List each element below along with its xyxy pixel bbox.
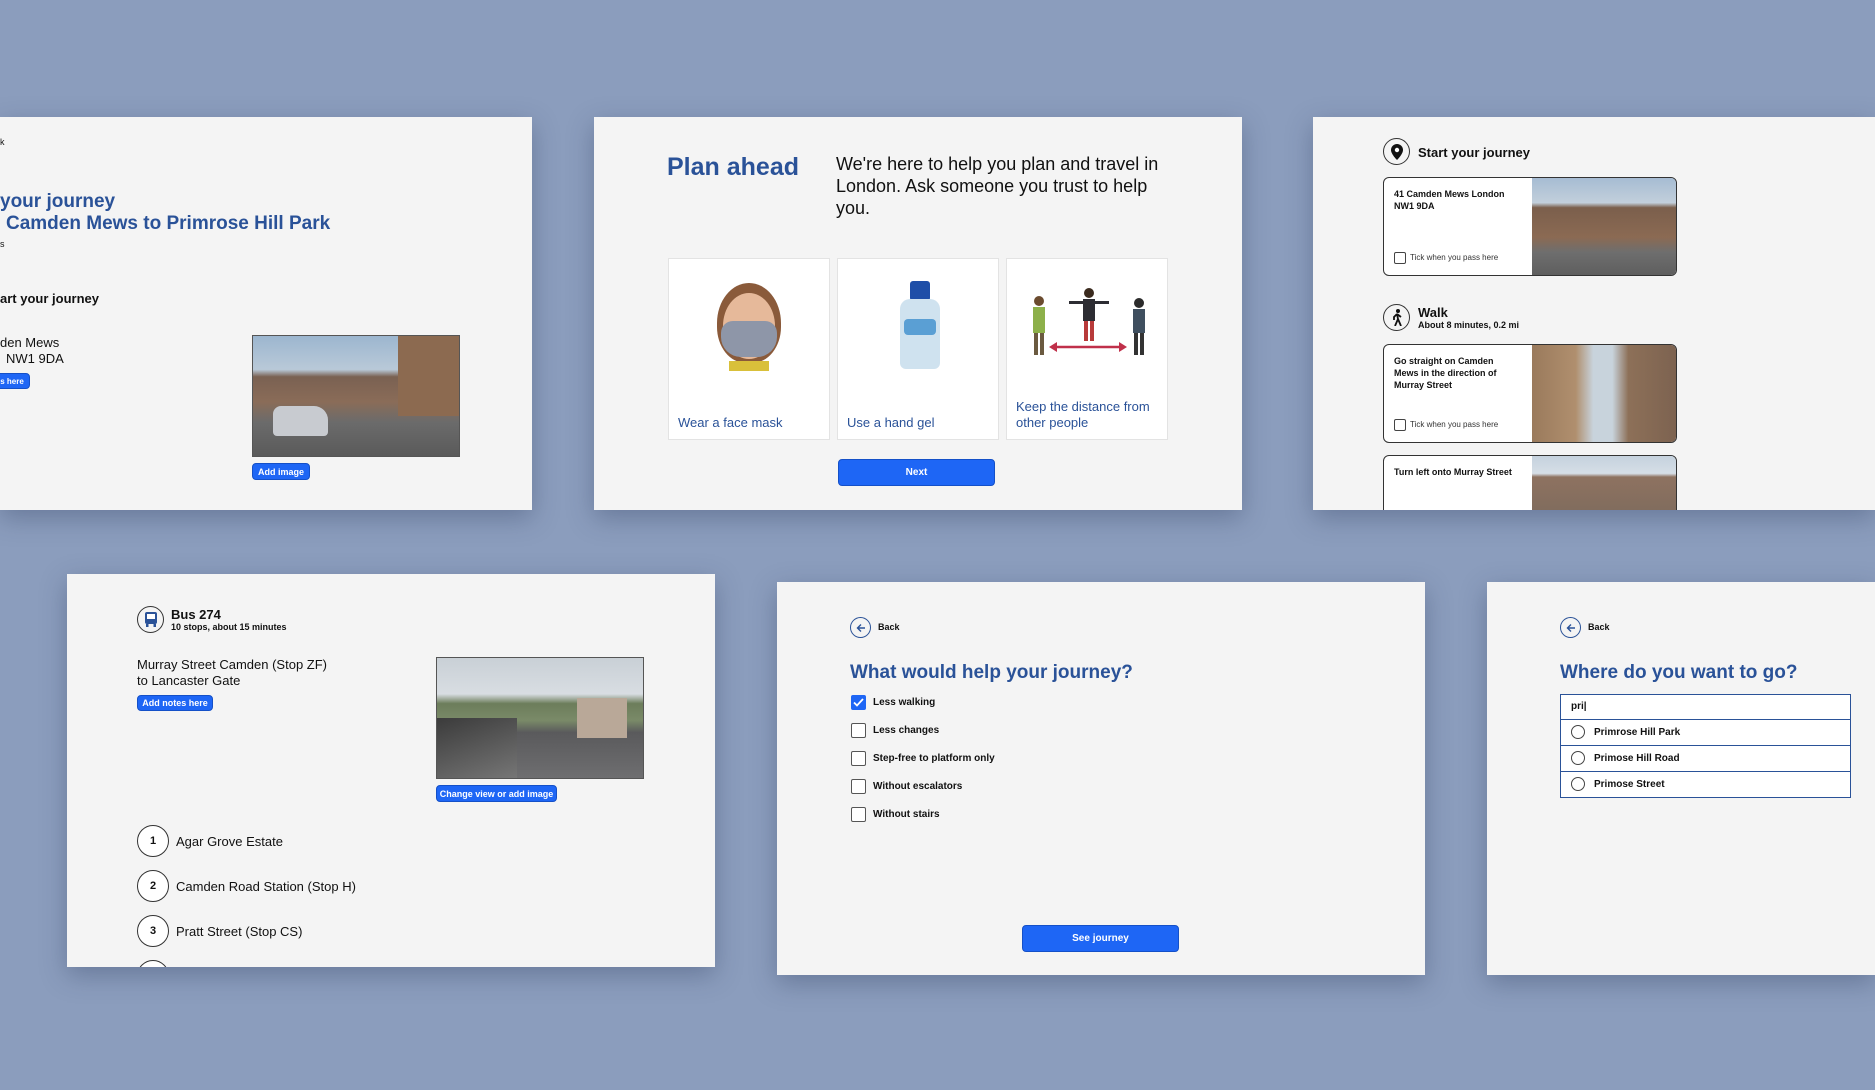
add-image-button[interactable]: Add image [252,463,310,480]
walk-subtitle: About 8 minutes, 0.2 mi [1418,320,1520,330]
bus-stop-photo [436,657,644,779]
result-label: Primrose Hill Park [1594,727,1681,738]
stop-name: Camden Road Station (Stop H) [176,879,356,894]
checkbox-without-stairs[interactable] [851,807,866,822]
step-text: Turn left onto Murray Street [1394,467,1512,477]
route-line2: to Lancaster Gate [137,673,241,688]
step-text: Go straight on Camden Mews in the direct… [1394,356,1497,390]
destination-search-card: Back Where do you want to go? pri| Primr… [1487,582,1875,975]
bus-icon [137,606,164,633]
plan-ahead-card: Plan ahead We're here to help you plan a… [594,117,1242,510]
step-photo [1532,456,1676,510]
location-pin-icon [1383,138,1410,165]
add-notes-button[interactable]: Add notes here [137,695,213,711]
result-item[interactable]: Primose Street [1561,772,1850,798]
checkbox-less-walking[interactable] [851,695,866,710]
intro-text: We're here to help you plan and travel i… [836,154,1159,218]
walk-title: Walk [1418,305,1448,320]
walk-step-card: Turn left onto Murray Street [1383,455,1677,510]
back-link[interactable]: Back [878,622,900,632]
tick-checkbox[interactable] [1394,419,1406,431]
bus-journey-card: Bus 274 10 stops, about 15 minutes Murra… [67,574,715,967]
option-label: Less walking [873,697,936,708]
page-title: What would help your journey? [850,662,1133,683]
checkbox-step-free[interactable] [851,751,866,766]
option-label: Less changes [873,725,940,736]
tip-label: Keep the distance from other people [1016,399,1150,430]
walk-step-card: Go straight on Camden Mews in the direct… [1383,344,1677,443]
tip-label: Wear a face mask [678,415,783,430]
stop-number-partial [137,960,169,967]
back-arrow-icon[interactable] [1560,617,1581,638]
back-link[interactable]: Back [1588,622,1610,632]
stop-name: Agar Grove Estate [176,834,283,849]
back-arrow-icon[interactable] [850,617,871,638]
stop-number: 3 [137,915,169,947]
radio-icon [1571,751,1585,765]
next-button[interactable]: Next [838,459,995,486]
route-line1: Murray Street Camden (Stop ZF) [137,657,327,672]
bus-subtitle: 10 stops, about 15 minutes [171,622,287,632]
start-location-card: 41 Camden Mews London NW1 9DA Tick when … [1383,177,1677,276]
add-notes-button[interactable]: s here [0,373,30,389]
change-view-button[interactable]: Change view or add image [436,785,557,802]
stop-number: 2 [137,870,169,902]
journey-heading-line1: your journey [0,191,116,212]
option-label: Without stairs [873,809,940,820]
journey-steps-card: Start your journey 41 Camden Mews London… [1313,117,1875,510]
bus-title: Bus 274 [171,607,221,622]
tip-label: Use a hand gel [847,415,935,430]
search-value: pri| [1571,701,1587,712]
tip-hand-gel: Use a hand gel [837,258,999,440]
section-title: art your journey [0,291,99,306]
social-distance-illustration [1033,288,1145,355]
option-label: Step-free to platform only [873,753,995,764]
journey-overview-card: k your journey Camden Mews to Primrose H… [0,117,532,510]
journey-preferences-card: Back What would help your journey? Less … [777,582,1425,975]
step-photo [1532,345,1676,442]
start-address: 41 Camden Mews London NW1 9DA [1394,189,1505,211]
result-item[interactable]: Primose Hill Road [1561,746,1850,772]
radio-icon [1571,777,1585,791]
start-title: Start your journey [1418,145,1530,160]
page-title: Where do you want to go? [1560,662,1798,683]
result-item[interactable]: Primrose Hill Park [1561,720,1850,746]
tip-distance: Keep the distance from other people [1006,258,1168,440]
tip-face-mask: Wear a face mask [668,258,830,440]
address-line1: den Mews [0,335,60,350]
results-list: Primrose Hill Park Primose Hill Road Pri… [1560,720,1851,798]
stop-number: 1 [137,825,169,857]
result-label: Primose Hill Road [1594,753,1680,764]
address-line2: NW1 9DA [6,351,64,366]
back-link[interactable]: k [0,137,5,147]
street-view-photo [252,335,460,457]
hand-gel-illustration [900,281,940,371]
face-mask-illustration [711,283,787,371]
result-label: Primose Street [1594,779,1665,790]
search-input[interactable]: pri| [1560,694,1851,720]
tick-label: Tick when you pass here [1410,253,1499,262]
walk-icon [1383,304,1410,331]
checkbox-less-changes[interactable] [851,723,866,738]
journey-heading-line2: Camden Mews to Primrose Hill Park [6,213,331,234]
page-title: Plan ahead [667,153,799,181]
stop-name: Pratt Street (Stop CS) [176,924,303,939]
option-label: Without escalators [873,781,963,792]
journey-sub: s [0,239,5,249]
see-journey-button[interactable]: See journey [1022,925,1179,952]
tick-checkbox[interactable] [1394,252,1406,264]
tick-label: Tick when you pass here [1410,420,1499,429]
radio-icon [1571,725,1585,739]
checkbox-without-escalators[interactable] [851,779,866,794]
start-photo [1532,178,1676,275]
